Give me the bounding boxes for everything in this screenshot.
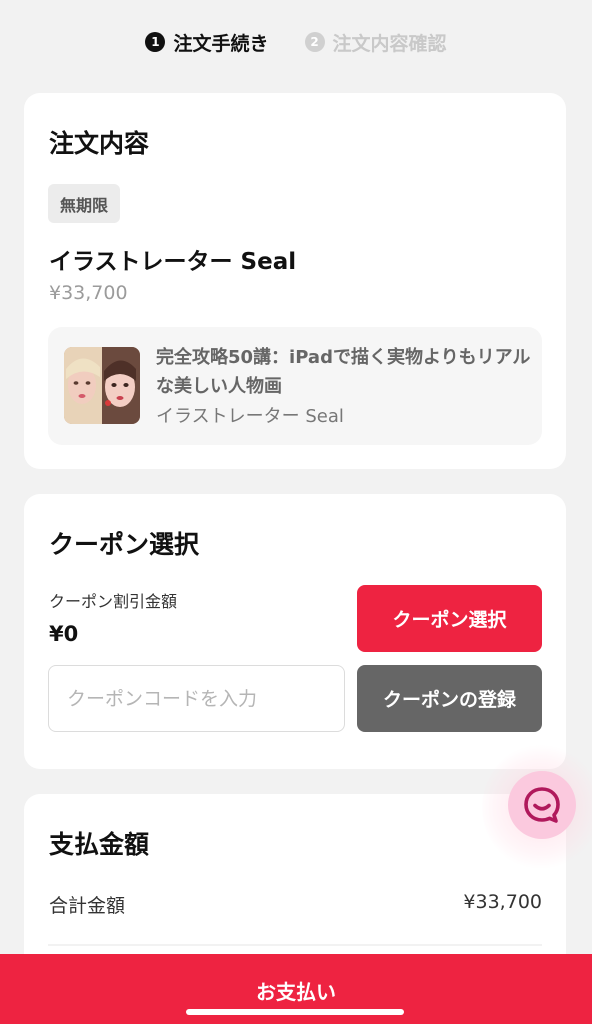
coupon-discount-amount: ¥0 — [49, 622, 79, 646]
validity-badge: 無期限 — [48, 184, 121, 223]
payment-section-title: 支払金額 — [49, 830, 150, 859]
coupon-card: クーポン選択 クーポン割引金額 ¥0 クーポン選択 クーポンの登録 — [24, 494, 566, 769]
step-label-1: 注文手続き — [173, 32, 269, 55]
pay-button-label: お支払い — [256, 980, 336, 1004]
course-thumbnail — [64, 347, 140, 424]
divider — [48, 944, 542, 946]
coupon-select-button[interactable]: クーポン選択 — [357, 585, 542, 652]
coupon-register-button[interactable]: クーポンの登録 — [357, 665, 542, 732]
total-amount-label: 合計金額 — [49, 895, 126, 917]
chat-smile-icon — [524, 787, 560, 823]
product-price: ¥33,700 — [49, 282, 128, 304]
product-name: イラストレーター Seal — [49, 249, 297, 275]
total-amount-value: ¥33,700 — [463, 891, 542, 913]
step-number-1: 1 — [145, 32, 166, 52]
course-title: 完全攻略50講：iPadで描く実物よりもリアルな美しい人物画 — [156, 347, 531, 397]
order-section-title: 注文内容 — [49, 129, 150, 158]
step-label-2: 注文内容確認 — [332, 32, 447, 55]
home-indicator — [186, 1009, 404, 1015]
course-author: イラストレーター Seal — [156, 406, 344, 427]
step-order-procedure: 1 注文手続き — [145, 29, 269, 56]
coupon-discount-label: クーポン割引金額 — [49, 592, 178, 611]
order-details-card: 注文内容 無期限 イラストレーター Seal ¥33,700 完全攻略50講：i… — [24, 93, 566, 469]
course-item[interactable]: 完全攻略50講：iPadで描く実物よりもリアルな美しい人物画 イラストレーター … — [48, 327, 542, 445]
checkout-steps: 1 注文手続き 2 注文内容確認 — [0, 26, 592, 58]
coupon-section-title: クーポン選択 — [49, 530, 200, 559]
coupon-code-input[interactable] — [48, 665, 345, 732]
chat-button[interactable] — [508, 771, 576, 839]
step-number-2: 2 — [304, 32, 325, 52]
step-order-confirm: 2 注文内容確認 — [304, 29, 447, 56]
